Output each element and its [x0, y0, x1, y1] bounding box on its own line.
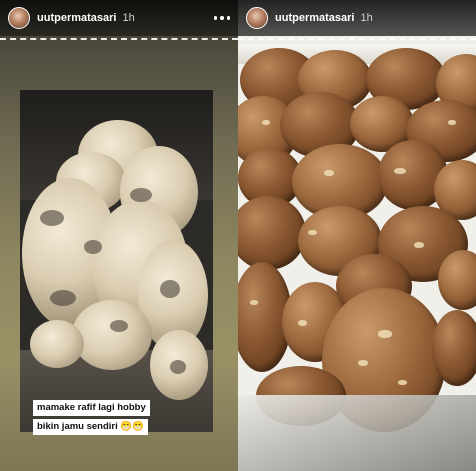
avatar[interactable] — [8, 7, 30, 29]
story-panel-right[interactable]: uutpermatasari 1h — [238, 0, 476, 471]
story-header: uutpermatasari 1h — [238, 0, 476, 36]
caption-line: bikin jamu sendiri 😁😁 — [33, 419, 149, 435]
story-progress-bar — [0, 38, 238, 40]
username[interactable]: uutpermatasari — [275, 12, 354, 24]
story-caption: mamake rafif lagi hobby bikin jamu sendi… — [33, 397, 150, 435]
story-panel-left[interactable]: uutpermatasari 1h mamake rafif lagi hobb… — [0, 0, 238, 471]
story-progress-bar — [238, 38, 476, 40]
avatar[interactable] — [246, 7, 268, 29]
caption-line: mamake rafif lagi hobby — [33, 400, 150, 416]
timestamp: 1h — [122, 12, 135, 24]
story-photo-ginger — [20, 90, 213, 432]
story-header: uutpermatasari 1h — [0, 0, 238, 36]
more-options-icon[interactable] — [213, 16, 230, 20]
timestamp: 1h — [360, 12, 373, 24]
username[interactable]: uutpermatasari — [37, 12, 116, 24]
